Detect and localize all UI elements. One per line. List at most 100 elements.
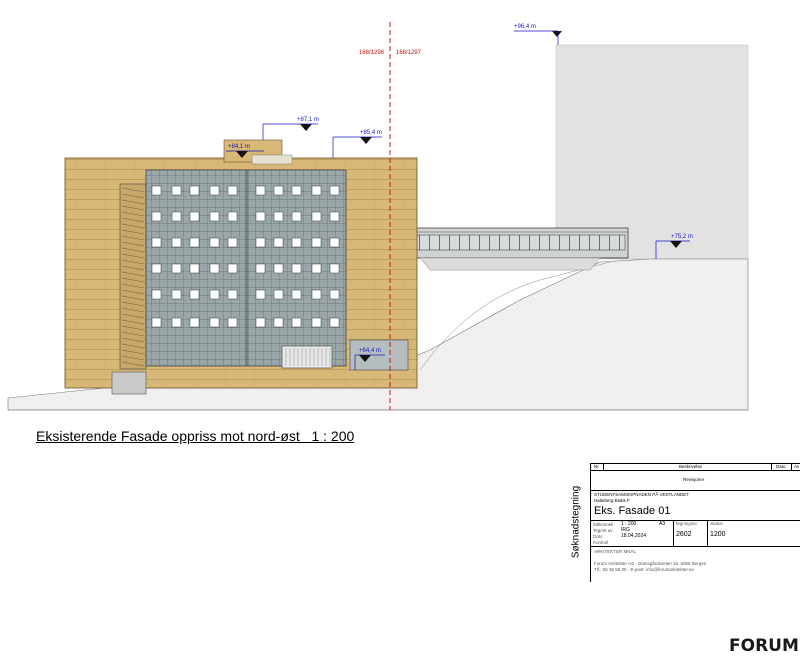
window — [255, 237, 266, 248]
firm-address: Forum Arkitekter AS · Damsgårdsveien 16,… — [594, 561, 707, 566]
window — [189, 263, 200, 274]
window — [255, 263, 266, 274]
stair-tower — [119, 183, 147, 370]
window — [273, 317, 284, 328]
window — [273, 211, 284, 222]
window — [151, 263, 162, 274]
window — [171, 237, 182, 248]
header-av: Av — [794, 464, 800, 469]
window — [329, 317, 340, 328]
window — [189, 237, 200, 248]
window — [189, 185, 200, 196]
window — [291, 317, 302, 328]
window — [227, 185, 238, 196]
svg-text:+96,4 m: +96,4 m — [514, 24, 536, 30]
window — [311, 185, 322, 196]
window — [209, 263, 220, 274]
window — [311, 317, 322, 328]
drawing-caption: Eksisterende Fasade oppriss mot nord-øst… — [36, 428, 355, 444]
revisions-label: Revisjoner — [683, 477, 705, 482]
window — [273, 185, 284, 196]
svg-text:+84,1 m: +84,1 m — [228, 144, 250, 150]
svg-text:+85,4 m: +85,4 m — [360, 130, 382, 136]
title-block: Nr Beskrivelse Dato Av Revisjoner STUDEN… — [590, 463, 800, 656]
revisions-area: Revisjoner — [591, 470, 800, 491]
svg-text:+64,4 m: +64,4 m — [359, 348, 381, 354]
window — [171, 263, 182, 274]
window — [209, 185, 220, 196]
window — [255, 317, 266, 328]
window — [311, 289, 322, 300]
grid-label-left: 168/1298 — [359, 50, 385, 56]
window — [311, 237, 322, 248]
window — [273, 263, 284, 274]
window — [209, 317, 220, 328]
header-nr: Nr — [594, 464, 599, 469]
window — [273, 237, 284, 248]
svg-text:+87,1 m: +87,1 m — [297, 117, 319, 123]
firm-contact: Tlf.: 55 36 55 00 · E-post: info@forumar… — [594, 567, 694, 572]
window — [227, 317, 238, 328]
window — [311, 263, 322, 274]
label-malestokk: Målestokk — [593, 522, 614, 527]
paper-size: A3 — [659, 521, 666, 527]
window — [255, 289, 266, 300]
window — [329, 185, 340, 196]
project-name: Hatleberg Blokk F — [594, 498, 630, 503]
window — [291, 289, 302, 300]
facade-drawing: 168/1298 168/1297 +96,4 m +87,1 m +85,4 … — [7, 22, 749, 411]
drawing-number: 2602 — [676, 531, 692, 538]
window — [151, 317, 162, 328]
date-value: 18.04.2024 — [621, 533, 647, 539]
drawing-title: Eks. Fasade 01 — [594, 505, 671, 517]
window — [291, 237, 302, 248]
window — [291, 185, 302, 196]
side-label: Søknadstegning — [570, 485, 582, 559]
garage-door — [281, 345, 333, 369]
window — [189, 211, 200, 222]
info-area: Målestokk 1 : 200 A3 Tegnet av IRG Dato … — [591, 520, 800, 547]
window — [227, 211, 238, 222]
window — [171, 211, 182, 222]
window — [329, 263, 340, 274]
window — [291, 263, 302, 274]
window — [329, 237, 340, 248]
window — [151, 185, 162, 196]
window — [227, 289, 238, 300]
label-status: Status — [710, 521, 723, 526]
window — [151, 237, 162, 248]
header-dato: Dato — [776, 464, 786, 469]
label-tegnet: Tegnet av — [593, 528, 613, 533]
project-area: STUDENTSAMSKIPNADEN PÅ VESTLANDET Hatleb… — [591, 490, 800, 521]
firm-area: ARKITEKTER MNAL Forum Arkitekter AS · Da… — [591, 546, 800, 656]
label-dato: Dato — [593, 534, 603, 539]
grid-label-right: 168/1297 — [396, 50, 422, 56]
window — [273, 289, 284, 300]
title-block-side: Søknadstegning — [562, 463, 590, 581]
window — [151, 289, 162, 300]
window — [189, 317, 200, 328]
label-kontroll: Kontroll — [593, 540, 609, 545]
window — [255, 211, 266, 222]
window — [291, 211, 302, 222]
client-name: STUDENTSAMSKIPNADEN PÅ VESTLANDET — [594, 492, 690, 497]
window — [171, 317, 182, 328]
window — [171, 289, 182, 300]
window — [209, 211, 220, 222]
window — [255, 185, 266, 196]
neighbor-building — [555, 44, 749, 260]
window — [227, 263, 238, 274]
window — [227, 237, 238, 248]
window — [209, 289, 220, 300]
elevation-marker: +87,1 m — [262, 117, 319, 140]
window — [189, 289, 200, 300]
elevation-marker: +96,4 m — [514, 24, 562, 45]
architect-label: ARKITEKTER MNAL — [594, 549, 637, 554]
sheet-number: 1200 — [710, 531, 726, 538]
window — [311, 211, 322, 222]
window — [209, 237, 220, 248]
svg-text:+75,2 m: +75,2 m — [671, 234, 693, 240]
header-beskrivelse: Beskrivelse — [679, 464, 703, 469]
window — [329, 289, 340, 300]
window — [151, 211, 162, 222]
